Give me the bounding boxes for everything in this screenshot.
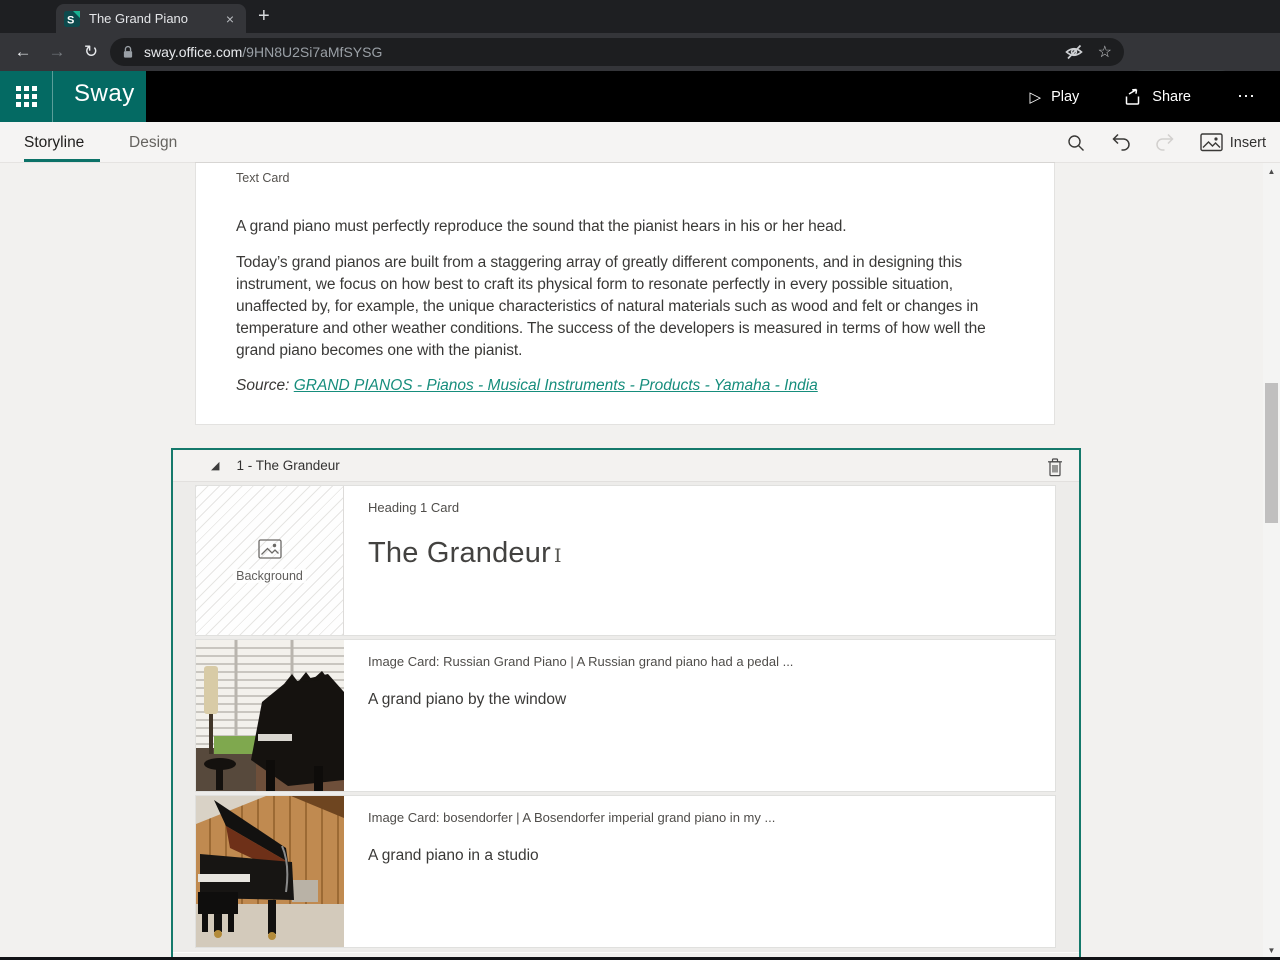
image-card-bosendorfer[interactable]: Image Card: bosendorfer | A Bosendorfer … <box>196 796 1055 947</box>
edit-toolbar: Storyline Design Insert <box>0 122 1280 163</box>
play-label: Play <box>1051 89 1079 105</box>
sway-more-icon[interactable]: ⋯ <box>1213 86 1280 107</box>
trash-icon <box>1047 458 1063 477</box>
scroll-up-icon[interactable]: ▲ <box>1263 164 1280 178</box>
undo-icon[interactable] <box>1110 133 1131 152</box>
url-path: /9HN8U2Si7aMfSYSG <box>242 44 382 60</box>
sway-header: Sway ▷ Play Share ⋯ <box>0 71 1280 122</box>
browser-tabstrip: S The Grand Piano × + <box>0 0 1280 33</box>
section-group[interactable]: ◢ 1 - The Grandeur <box>171 448 1081 960</box>
collapse-section-icon[interactable]: ◢ <box>211 459 219 472</box>
address-bar[interactable]: sway.office.com/9HN8U2Si7aMfSYSG ☆ <box>110 38 1124 66</box>
source-prefix: Source: <box>236 377 294 394</box>
heading-text[interactable]: The Grandeur <box>368 537 551 569</box>
image-card-label: Image Card: Russian Grand Piano | A Russ… <box>368 654 1031 669</box>
active-tab-underline <box>24 159 100 162</box>
text-cursor: I <box>554 545 562 567</box>
text-card-label: Text Card <box>236 171 1014 185</box>
share-label: Share <box>1152 89 1191 105</box>
browser-tab[interactable]: S The Grand Piano × <box>56 4 246 33</box>
background-dropzone[interactable]: Background <box>196 486 344 635</box>
image-caption[interactable]: A grand piano in a studio <box>368 847 1031 865</box>
lock-icon <box>122 45 134 59</box>
url-domain: sway.office.com <box>144 44 242 60</box>
svg-text:S: S <box>67 14 74 26</box>
scrollbar-thumb[interactable] <box>1265 383 1278 523</box>
image-card-label: Image Card: bosendorfer | A Bosendorfer … <box>368 810 1031 825</box>
section-group-title: 1 - The Grandeur <box>236 458 339 473</box>
image-thumbnail-piano-window[interactable] <box>196 640 344 791</box>
browser-window: S The Grand Piano × + ← → ↻ sway.office.… <box>0 0 1280 960</box>
forward-icon: → <box>40 42 74 62</box>
app-launcher-icon[interactable] <box>0 85 52 108</box>
insert-label: Insert <box>1230 135 1266 151</box>
reload-icon[interactable]: ↻ <box>74 42 108 62</box>
insert-image-icon <box>1200 133 1223 152</box>
search-icon[interactable] <box>1066 133 1086 153</box>
tab-title: The Grand Piano <box>89 11 222 26</box>
back-icon[interactable]: ← <box>6 42 40 62</box>
text-card-paragraph[interactable]: A grand piano must perfectly reproduce t… <box>236 216 1014 238</box>
share-icon <box>1123 87 1142 106</box>
image-caption[interactable]: A grand piano by the window <box>368 691 1031 709</box>
background-image-icon <box>258 539 282 559</box>
vertical-scrollbar[interactable]: ▲ ▼ <box>1263 163 1280 960</box>
eye-off-icon[interactable] <box>1064 44 1084 60</box>
new-tab-button[interactable]: + <box>258 5 270 28</box>
header-divider <box>52 71 53 122</box>
sway-favicon: S <box>64 11 80 27</box>
scroll-down-icon[interactable]: ▼ <box>1263 943 1280 957</box>
storyline-canvas: Text Card A grand piano must perfectly r… <box>0 163 1280 960</box>
tab-storyline[interactable]: Storyline <box>24 122 84 163</box>
close-tab-icon[interactable]: × <box>222 10 238 28</box>
bookmark-star-icon[interactable]: ☆ <box>1098 42 1112 62</box>
background-label: Background <box>233 569 306 583</box>
play-icon: ▷ <box>1030 88 1042 106</box>
image-card-russian-grand-piano[interactable]: Image Card: Russian Grand Piano | A Russ… <box>196 640 1055 791</box>
text-card[interactable]: Text Card A grand piano must perfectly r… <box>196 163 1054 424</box>
play-button[interactable]: ▷ Play <box>1008 71 1102 122</box>
text-card-paragraph[interactable]: Today’s grand pianos are built from a st… <box>236 252 1014 362</box>
source-link[interactable]: GRAND PIANOS - Pianos - Musical Instrume… <box>294 377 818 394</box>
image-thumbnail-piano-studio[interactable] <box>196 796 344 947</box>
delete-section-button[interactable] <box>1043 455 1067 479</box>
share-button[interactable]: Share <box>1101 71 1213 122</box>
app-logo[interactable]: Sway <box>74 80 135 108</box>
url-text: sway.office.com/9HN8U2Si7aMfSYSG <box>144 44 1064 60</box>
redo-icon <box>1155 133 1176 152</box>
tab-design[interactable]: Design <box>129 122 177 163</box>
browser-toolbar: ← → ↻ sway.office.com/9HN8U2Si7aMfSYSG ☆ <box>0 33 1280 71</box>
source-line: Source: GRAND PIANOS - Pianos - Musical … <box>236 377 1014 395</box>
heading-card-label: Heading 1 Card <box>368 500 1031 515</box>
section-group-header[interactable]: ◢ 1 - The Grandeur <box>173 450 1079 482</box>
heading-card[interactable]: Background Heading 1 Card The GrandeurI <box>196 486 1055 635</box>
heading-text-input[interactable]: The GrandeurI <box>368 537 1031 570</box>
insert-button[interactable]: Insert <box>1200 133 1266 152</box>
